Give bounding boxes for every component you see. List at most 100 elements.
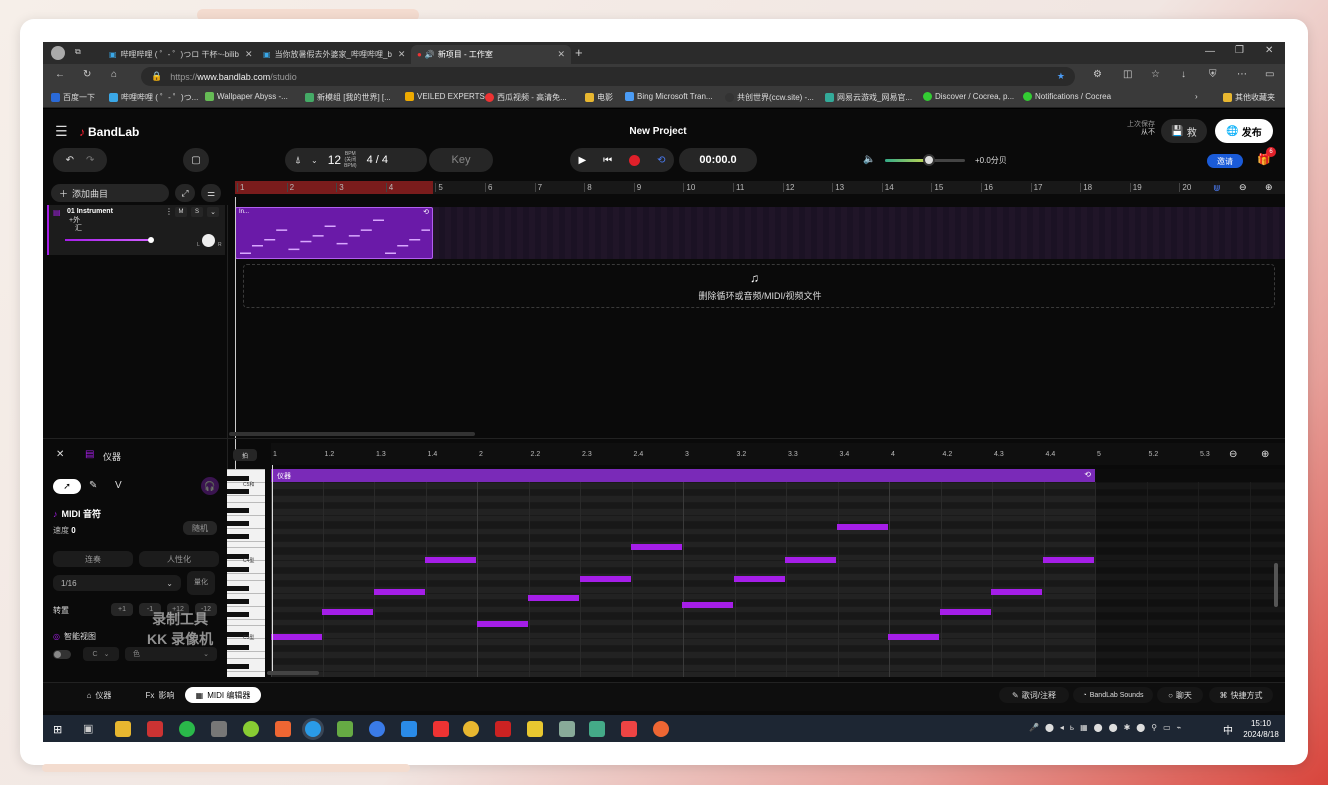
split-screen-icon[interactable]: ◫ [1123,69,1132,80]
add-track-button[interactable]: ＋ 添加曲目 [51,184,169,202]
tab-midi-editor[interactable]: ▦ MIDI 编辑器 [185,687,261,703]
system-tray[interactable]: 🎤⬤◂ь▦⬤⬤✱⬤⚲▭⌁ [1029,723,1187,732]
app-icon[interactable] [147,721,163,737]
editor-zoom-out-icon[interactable]: ⊖ [1229,449,1237,460]
start-icon[interactable]: ⊞ [53,723,62,736]
region-loop-icon[interactable]: ⟲ [1084,470,1091,479]
bookmark-item[interactable]: Wallpaper Abyss -... [205,92,288,101]
bookmark-item[interactable]: 新模组 [我的世界] [... [305,92,391,103]
scale-key-select[interactable]: C ⌄ [83,647,119,661]
scale-color-select[interactable]: 色 ⌄ [125,647,217,661]
tab-bilibili[interactable]: ▣ 哔哩哔哩 ( ゜- ゜)つロ 干杯~-bilib ✕ [103,45,253,64]
midi-clip[interactable]: In... ⟲ [235,207,433,259]
midi-note[interactable] [374,589,425,595]
quantize-button[interactable]: 量化 [187,571,215,595]
save-button[interactable]: 💾 救 [1161,119,1207,143]
random-button[interactable]: 随机 [183,521,217,535]
app-icon[interactable] [621,721,637,737]
extensions-icon[interactable]: ⚙ [1093,69,1102,80]
minecraft-icon[interactable] [337,721,353,737]
piano-black-key[interactable] [227,488,249,494]
piano-black-key[interactable] [227,508,249,513]
new-tab-button[interactable]: + [575,45,583,60]
bookmark-item[interactable]: Bing Microsoft Tran... [625,92,713,101]
piano-black-key[interactable] [227,521,249,526]
track-volume-slider[interactable] [65,237,154,243]
shortcuts-button[interactable]: ⌘ 快捷方式 [1209,687,1273,703]
piano-black-key[interactable] [227,644,249,650]
piano-black-key[interactable] [227,475,249,481]
tempo-value[interactable]: 12 [328,153,341,167]
solo-button[interactable]: S [191,207,203,217]
rewind-icon[interactable]: ⏮ [603,155,612,166]
more-icon[interactable]: ⋯ [1237,69,1247,80]
master-volume-icon[interactable]: 🔈 [863,154,875,165]
shield-icon[interactable]: ⛨ [1209,69,1217,80]
app-icon[interactable] [463,721,479,737]
magnet-icon[interactable]: ⋓ [1213,183,1221,194]
close-window-button[interactable]: ✕ [1265,45,1273,56]
midi-note[interactable] [785,557,836,563]
app-icon[interactable] [653,721,669,737]
favorites-icon[interactable]: ☆ [1151,69,1160,80]
transpose-plus1-button[interactable]: +1 [111,603,133,616]
loop-icon[interactable]: ⟲ [657,155,665,166]
midi-note[interactable] [580,576,631,582]
app-icon[interactable] [211,721,227,737]
midi-note[interactable] [528,595,579,601]
snap-button[interactable]: 拍 [233,449,257,461]
legato-button[interactable]: 连奏 [53,551,133,567]
profile-avatar[interactable] [51,46,65,60]
lyrics-button[interactable]: ✎ 歌词/注释 [999,687,1069,703]
bookmark-item[interactable]: 西瓜视频 - 高清免... [485,92,567,103]
midi-note[interactable] [322,609,373,615]
track-expand-icon[interactable]: ⌄ [207,207,219,217]
midi-note[interactable] [425,557,476,563]
tab-bilibili-video[interactable]: ▣ 当你放暑假去外婆家_哔哩哔哩_b ✕ [257,45,407,64]
bookmark-item[interactable]: 哔哩哔哩 ( ゜- ゜)つ... [109,92,198,103]
editor-playhead[interactable] [272,465,273,675]
tab-actions-icon[interactable]: ⧉ [75,47,81,57]
chevron-down-icon[interactable]: ⌄ [311,156,318,165]
piano-black-key[interactable] [227,612,249,617]
bookmark-item[interactable]: Discover / Cocrea, p... [923,92,1014,101]
midi-note[interactable] [631,544,682,550]
app-icon[interactable] [433,721,449,737]
maximize-button[interactable]: ❐ [1235,45,1244,56]
pan-knob[interactable] [202,234,215,247]
minimize-button[interactable]: — [1205,46,1215,57]
select-tool-button[interactable]: ➚ [53,479,81,494]
humanize-button[interactable]: 人性化 [139,551,219,567]
edge-icon[interactable] [305,721,321,737]
loop-region[interactable] [235,181,433,194]
bookmark-item[interactable]: VEILED EXPERTS [405,92,485,101]
pattern-button[interactable]: ▢ [183,148,209,172]
master-volume-slider[interactable] [885,154,965,166]
editor-ruler[interactable]: 1 1.2 1.3 1.4 2 2.2 2.3 2.4 3 3.2 3.3 3.4 4 4.2 4.3 4.4… [271,443,1285,465]
piano-black-key[interactable] [227,586,249,591]
bookmark-folder[interactable]: 电影 [585,92,613,103]
midi-note[interactable] [682,602,733,608]
smart-view-toggle[interactable] [53,650,71,659]
app-icon[interactable] [527,721,543,737]
midi-note[interactable] [1043,557,1094,563]
url-input[interactable]: 🔒 https://www.bandlab.com/studio ★ [141,67,1075,86]
app-icon[interactable] [559,721,575,737]
play-icon[interactable]: ▶ [578,155,586,166]
horizontal-scrollbar[interactable] [229,432,475,436]
chat-button[interactable]: ○ 聊天 [1157,687,1203,703]
home-icon[interactable]: ⌂ [111,69,117,80]
timeline-ruler[interactable]: 1 2 3 4 5 6 7 8 9 10 11 12 13 14 15 16 17 18 19 20 ⋓ ⊖ ⊕ [235,181,1285,194]
clock[interactable]: 15:10 2024/8/18 [1239,718,1283,740]
app-icon[interactable] [275,721,291,737]
midi-note[interactable] [734,576,785,582]
tab-instrument[interactable]: ⌂ 仪器 [67,687,131,703]
pencil-tool-icon[interactable]: ✎ [89,480,97,491]
automation-icon[interactable]: ⤢ [175,184,195,202]
mixer-icon[interactable]: ⚌ [201,184,221,202]
publish-button[interactable]: 🌐 发布 [1215,119,1273,143]
ime-indicator[interactable]: 中 [1223,722,1233,737]
bookmarks-overflow-icon[interactable]: › [1195,92,1198,101]
favorite-star-icon[interactable]: ★ [1057,71,1065,82]
drop-zone[interactable]: ♫ 删除循环或音频/MIDI/视频文件 [243,264,1275,308]
